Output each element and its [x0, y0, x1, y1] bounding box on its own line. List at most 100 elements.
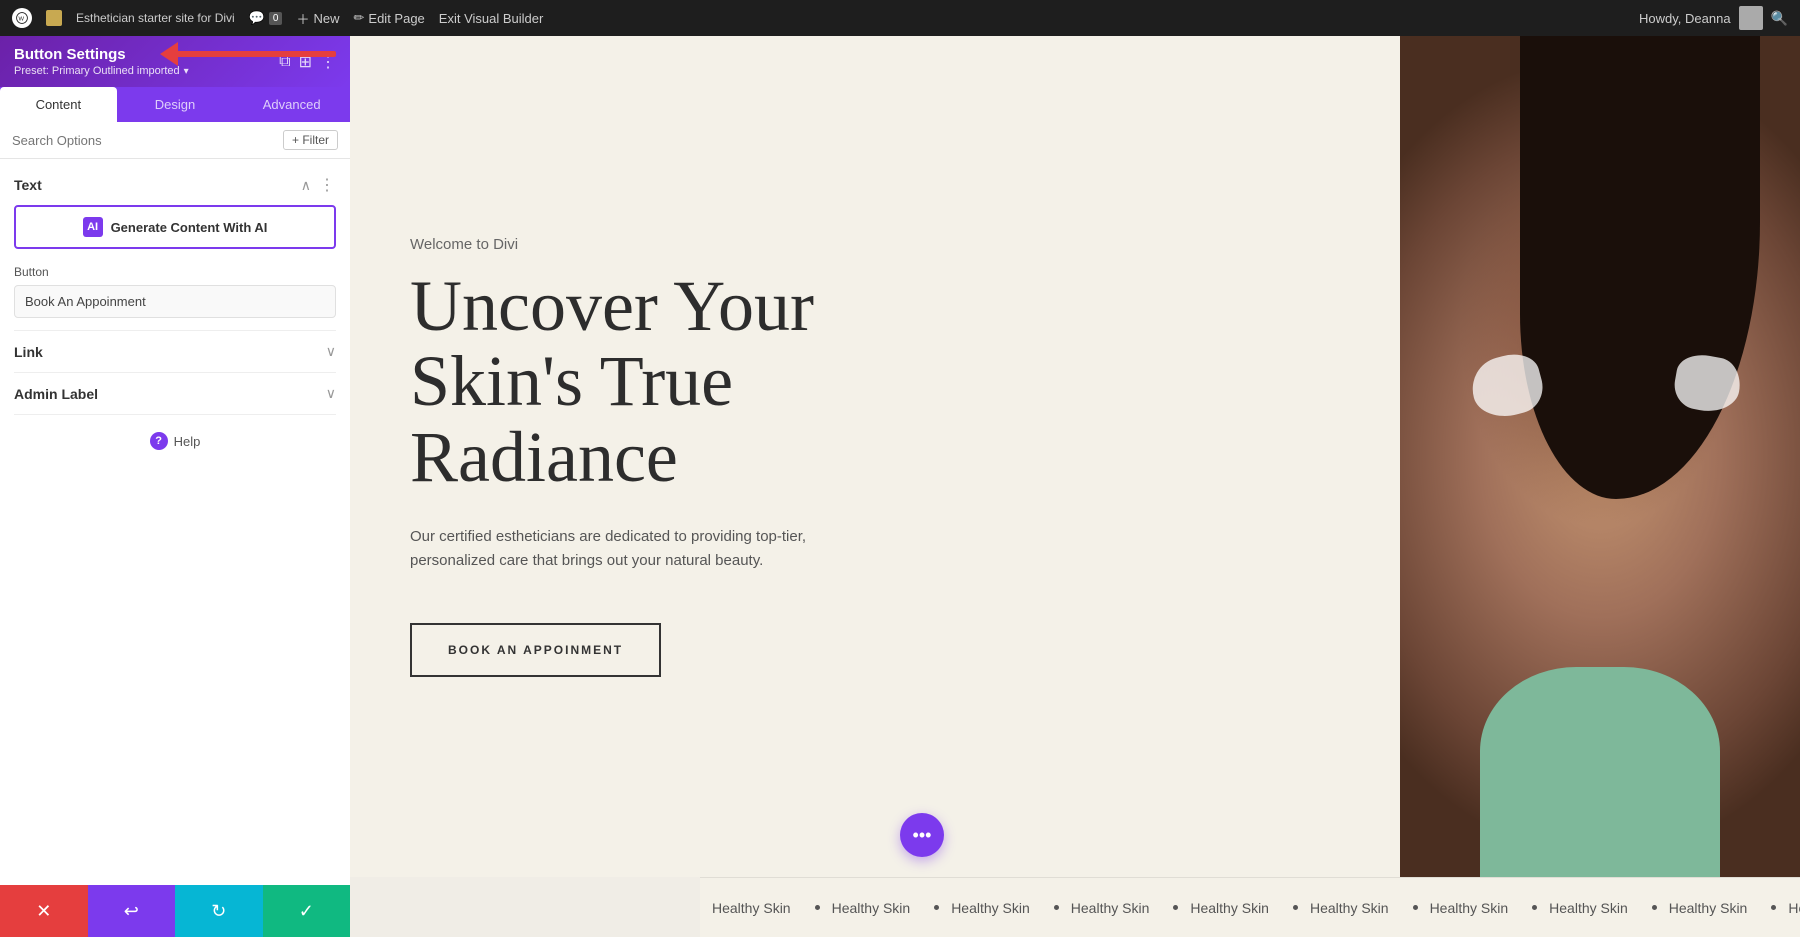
admin-bar-right: Howdy, Deanna 🔍 [1639, 6, 1788, 30]
link-section: Link ∨ [14, 330, 336, 372]
preset-dropdown-icon[interactable]: ▾ [184, 66, 189, 77]
new-label: New [313, 11, 339, 26]
user-avatar [1739, 6, 1763, 30]
link-section-chevron-icon: ∨ [326, 343, 336, 360]
ticker-bar: Healthy SkinHealthy SkinHealthy SkinHeal… [700, 877, 1800, 937]
admin-label-section-title: Admin Label [14, 386, 98, 402]
help-section: ? Help [14, 414, 336, 466]
text-section-title: Text [14, 177, 42, 193]
ticker-dot [815, 905, 820, 910]
exit-builder-link[interactable]: Exit Visual Builder [439, 11, 544, 26]
hero-cta-label: BOOK AN APPOINMENT [448, 643, 623, 657]
text-section-header: Text ∧ ⋮ [14, 175, 336, 195]
ticker-dot [934, 905, 939, 910]
ai-icon: AI [83, 217, 103, 237]
filter-label: + Filter [292, 133, 329, 147]
ticker-inner: Healthy SkinHealthy SkinHealthy SkinHeal… [700, 900, 1800, 916]
save-button[interactable]: ✓ [263, 885, 351, 937]
tab-content[interactable]: Content [0, 87, 117, 122]
help-button[interactable]: ? Help [150, 432, 201, 450]
site-favicon [46, 10, 62, 26]
undo-icon: ↩ [124, 901, 139, 922]
ticker-dot [1293, 905, 1298, 910]
ticker-item: Healthy Skin [700, 900, 803, 916]
text-section-options-icon[interactable]: ⋮ [319, 175, 336, 195]
hero-cta-button[interactable]: BOOK AN APPOINMENT [410, 623, 661, 677]
filter-button[interactable]: + Filter [283, 130, 338, 150]
ticker-item: Healthy Skin [1759, 900, 1800, 916]
ticker-item: Healthy Skin [803, 900, 923, 916]
search-icon[interactable]: 🔍 [1771, 10, 1788, 27]
ticker-item: Healthy Skin [1161, 900, 1281, 916]
link-section-header[interactable]: Link ∨ [14, 343, 336, 360]
wordpress-logo-icon[interactable]: W [12, 8, 32, 28]
sidebar-panel: Button Settings Preset: Primary Outlined… [0, 36, 350, 937]
edit-page-label: Edit Page [368, 11, 424, 26]
undo-button[interactable]: ↩ [88, 885, 176, 937]
site-name-link[interactable]: Esthetician starter site for Divi [76, 11, 235, 25]
ai-button-label: Generate Content With AI [111, 220, 268, 235]
ai-generate-button[interactable]: AI Generate Content With AI [14, 205, 336, 249]
ticker-dot [1173, 905, 1178, 910]
sidebar-content: Text ∧ ⋮ AI Generate Content With AI But… [0, 159, 350, 937]
howdy-text: Howdy, Deanna [1639, 11, 1731, 26]
ticker-dot [1771, 905, 1776, 910]
comments-icon[interactable]: 💬 0 [249, 10, 283, 26]
hero-image-area [1400, 36, 1800, 877]
button-field-container: Button [14, 265, 336, 318]
help-icon: ? [150, 432, 168, 450]
new-menu[interactable]: ＋ New [296, 9, 339, 28]
ticker-item: Healthy Skin [922, 900, 1042, 916]
close-icon: ✕ [36, 901, 51, 922]
comments-count: 0 [269, 12, 283, 25]
button-text-input[interactable] [14, 285, 336, 318]
layout-icon[interactable]: ⊞ [299, 52, 312, 72]
admin-bar: W Esthetician starter site for Divi 💬 0 … [0, 0, 1800, 36]
ticker-dot [1532, 905, 1537, 910]
sidebar-tabs: Content Design Advanced [0, 87, 350, 122]
photo-hair [1520, 36, 1760, 499]
search-input[interactable] [12, 133, 275, 148]
ticker-item: Healthy Skin [1401, 900, 1521, 916]
admin-bar-left: W Esthetician starter site for Divi 💬 0 … [12, 8, 543, 28]
copy-icon[interactable]: ⧉ [279, 53, 290, 71]
button-field-label: Button [14, 265, 336, 279]
fab-icon: ••• [913, 825, 932, 846]
hero-text-area: Welcome to Divi Uncover YourSkin's TrueR… [350, 36, 1400, 877]
panel-title: Button Settings [14, 46, 189, 63]
more-options-icon[interactable]: ⋮ [320, 52, 336, 72]
admin-label-section: Admin Label ∨ [14, 372, 336, 414]
ticker-item: Healthy Skin [1281, 900, 1401, 916]
header-icons: ⧉ ⊞ ⋮ [279, 52, 336, 72]
fab-button[interactable]: ••• [900, 813, 944, 857]
search-bar: + Filter [0, 122, 350, 159]
redo-button[interactable]: ↻ [175, 885, 263, 937]
link-section-title: Link [14, 344, 43, 360]
ai-icon-label: AI [87, 221, 98, 233]
ticker-item: Healthy Skin [1520, 900, 1640, 916]
photo-green-strap [1480, 667, 1720, 877]
tab-advanced[interactable]: Advanced [233, 87, 350, 122]
ticker-item: Healthy Skin [1042, 900, 1162, 916]
redo-icon: ↻ [211, 901, 226, 922]
preset-label: Preset: Primary Outlined imported [14, 65, 180, 77]
ticker-item: Healthy Skin [1640, 900, 1760, 916]
save-icon: ✓ [299, 901, 314, 922]
close-button[interactable]: ✕ [0, 885, 88, 937]
text-section-collapse-icon[interactable]: ∧ [301, 177, 311, 194]
hero-description: Our certified estheticians are dedicated… [410, 525, 830, 573]
hero-photo [1400, 36, 1800, 877]
svg-text:W: W [19, 16, 25, 22]
main-canvas: Welcome to Divi Uncover YourSkin's TrueR… [350, 36, 1800, 937]
bottom-toolbar: ✕ ↩ ↻ ✓ [0, 885, 350, 937]
panel-preset: Preset: Primary Outlined imported ▾ [14, 65, 189, 77]
hero-section: Welcome to Divi Uncover YourSkin's TrueR… [350, 36, 1800, 877]
edit-page-link[interactable]: ✏ Edit Page [354, 10, 425, 26]
ticker-dot [1413, 905, 1418, 910]
admin-label-section-header[interactable]: Admin Label ∨ [14, 385, 336, 402]
admin-label-chevron-icon: ∨ [326, 385, 336, 402]
hero-title-text: Uncover YourSkin's TrueRadiance [410, 266, 814, 497]
ticker-dot [1652, 905, 1657, 910]
ticker-dot [1054, 905, 1059, 910]
tab-design[interactable]: Design [117, 87, 234, 122]
